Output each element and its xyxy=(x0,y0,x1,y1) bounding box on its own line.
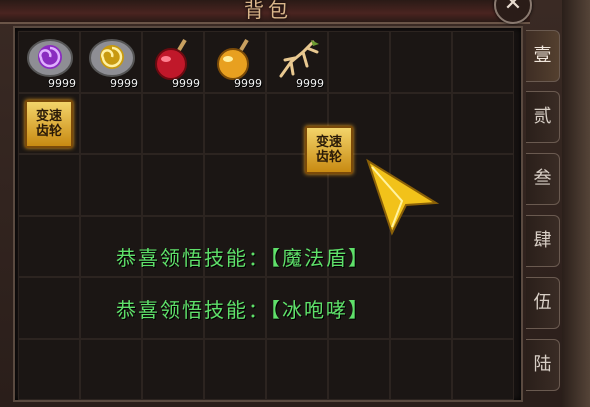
inventory-slot[interactable] xyxy=(266,338,328,400)
inventory-slot[interactable] xyxy=(18,154,80,216)
inventory-slot[interactable] xyxy=(452,277,514,339)
tab-6[interactable]: 陆 xyxy=(526,339,560,391)
skill-learned-message: 恭喜领悟技能：【魔法盾】 xyxy=(116,246,370,270)
tab-5[interactable]: 伍 xyxy=(526,277,560,329)
inventory-slot[interactable] xyxy=(452,338,514,400)
inventory-slot[interactable] xyxy=(452,31,514,93)
inventory-slot[interactable] xyxy=(142,338,204,400)
inventory-slot[interactable] xyxy=(204,154,266,216)
tab-4[interactable]: 肆 xyxy=(526,215,560,267)
inventory-slot[interactable] xyxy=(452,154,514,216)
red-potion-icon xyxy=(155,38,187,80)
skill-learned-message: 恭喜领悟技能：【冰咆哮】 xyxy=(116,298,370,322)
inventory-slot[interactable] xyxy=(80,92,142,154)
inventory-slot[interactable]: 9999 xyxy=(204,31,266,93)
inventory-slot[interactable] xyxy=(80,338,142,400)
inventory-slot[interactable]: 9999 xyxy=(80,31,142,93)
bag-window: 背包 ✕ 9999 9999 9999 9999 9999 变速 齿轮 变速 齿… xyxy=(0,0,590,407)
speed-gear-item[interactable]: 变速 齿轮 xyxy=(25,99,73,148)
inventory-slot[interactable] xyxy=(142,92,204,154)
orange-potion-icon xyxy=(217,38,249,80)
inventory-slot[interactable] xyxy=(18,277,80,339)
inventory-slot[interactable] xyxy=(18,215,80,277)
ginseng-root-icon xyxy=(279,40,319,78)
purple-swirl-stone-icon xyxy=(27,39,73,77)
item-quantity: 9999 xyxy=(172,76,200,90)
inventory-slot[interactable] xyxy=(390,277,452,339)
inventory-slot[interactable]: 9999 xyxy=(142,31,204,93)
side-decoration xyxy=(562,0,590,407)
gold-swirl-stone-icon xyxy=(89,39,135,77)
dragged-speed-gear-item[interactable]: 变速 齿轮 xyxy=(305,126,353,174)
tab-2[interactable]: 贰 xyxy=(526,91,560,143)
window-title: 背包 xyxy=(244,0,292,22)
inventory-grid-area: 9999 9999 9999 9999 9999 变速 齿轮 xyxy=(13,26,523,402)
inventory-slot[interactable]: 9999 xyxy=(266,31,328,93)
inventory-slot[interactable] xyxy=(390,31,452,93)
item-quantity: 9999 xyxy=(234,76,262,90)
inventory-slot[interactable] xyxy=(328,31,390,93)
item-quantity: 9999 xyxy=(110,76,138,90)
inventory-slot[interactable] xyxy=(204,338,266,400)
cursor-arrow-icon xyxy=(366,158,440,236)
inventory-slot[interactable] xyxy=(390,338,452,400)
tab-1[interactable]: 壹 xyxy=(526,30,560,82)
item-quantity: 9999 xyxy=(48,76,76,90)
inventory-slot[interactable] xyxy=(18,338,80,400)
inventory-slot[interactable] xyxy=(204,92,266,154)
inventory-slot[interactable] xyxy=(80,154,142,216)
inventory-slot[interactable]: 变速 齿轮 xyxy=(18,92,80,154)
window-header: 背包 xyxy=(0,0,530,24)
inventory-slot[interactable] xyxy=(390,92,452,154)
inventory-slot[interactable] xyxy=(452,215,514,277)
inventory-slot[interactable]: 9999 xyxy=(18,31,80,93)
item-quantity: 9999 xyxy=(296,76,324,90)
inventory-slot[interactable] xyxy=(452,92,514,154)
inventory-slot[interactable] xyxy=(328,338,390,400)
inventory-slot[interactable] xyxy=(142,154,204,216)
tab-3[interactable]: 叁 xyxy=(526,153,560,205)
